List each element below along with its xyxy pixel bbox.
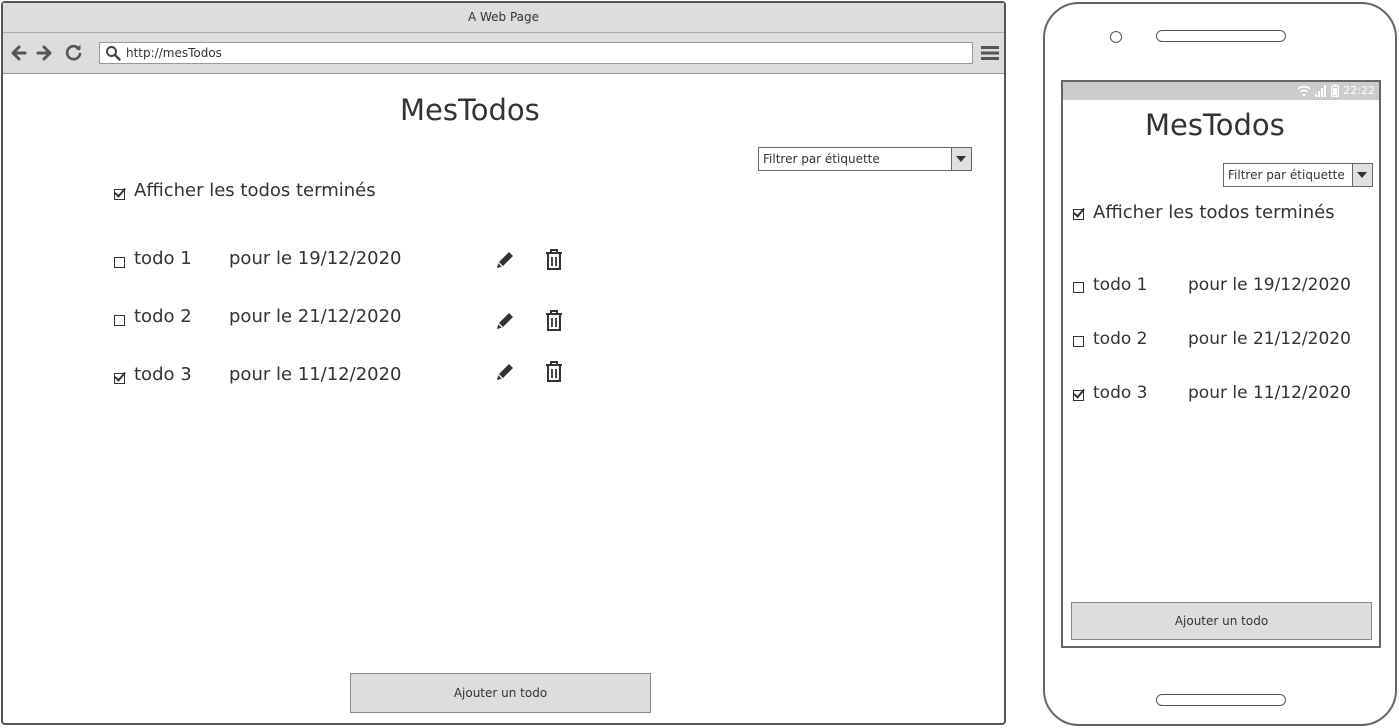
trash-icon[interactable]	[544, 360, 564, 384]
todo-due-date: pour le 11/12/2020	[229, 364, 402, 385]
trash-icon[interactable]	[544, 309, 564, 333]
todo-name: todo 2	[1093, 329, 1148, 349]
reload-icon[interactable]	[64, 43, 84, 63]
filter-select-value: Filtrer par étiquette	[1228, 168, 1345, 182]
label-filter-select[interactable]: Filtrer par étiquette	[1223, 163, 1373, 187]
add-todo-button[interactable]: Ajouter un todo	[350, 673, 651, 713]
show-done-label: Afficher les todos terminés	[1093, 202, 1335, 223]
todo-checkbox[interactable]	[1073, 282, 1084, 293]
todo-row: todo 1 pour le 19/12/2020	[1073, 275, 1363, 306]
url-text: http://mesTodos	[126, 46, 222, 60]
phone-screen: 22:22 MesTodos Filtrer par étiquette Aff…	[1061, 80, 1381, 648]
todo-name: todo 2	[134, 306, 192, 327]
menu-icon[interactable]	[981, 45, 999, 61]
todo-due-date: pour le 11/12/2020	[1188, 383, 1351, 403]
status-time: 22:22	[1343, 84, 1375, 97]
todo-checkbox[interactable]	[1073, 336, 1084, 347]
show-done-checkbox[interactable]	[114, 189, 125, 200]
todo-checkbox[interactable]	[114, 315, 125, 326]
todo-name: todo 1	[1093, 275, 1148, 295]
trash-icon[interactable]	[544, 248, 564, 272]
filter-select-value: Filtrer par étiquette	[763, 152, 880, 166]
camera-icon	[1110, 31, 1122, 43]
todo-checkbox[interactable]	[114, 373, 125, 384]
battery-icon	[1331, 84, 1339, 97]
todo-row: todo 2 pour le 21/12/2020	[1073, 329, 1363, 360]
todo-due-date: pour le 19/12/2020	[1188, 275, 1351, 295]
todo-checkbox[interactable]	[114, 257, 125, 268]
wifi-icon	[1297, 85, 1311, 97]
todo-row: todo 3 pour le 11/12/2020	[114, 361, 574, 395]
back-arrow-icon[interactable]	[9, 43, 29, 63]
label-filter-select[interactable]: Filtrer par étiquette	[758, 147, 972, 171]
add-todo-button[interactable]: Ajouter un todo	[1071, 602, 1372, 640]
signal-icon	[1315, 85, 1326, 97]
browser-toolbar: http://mesTodos	[3, 33, 1004, 74]
page-title: MesTodos	[1145, 108, 1285, 142]
show-done-checkbox[interactable]	[1073, 209, 1084, 220]
status-bar: 22:22	[1063, 82, 1379, 100]
todo-checkbox[interactable]	[1073, 390, 1084, 401]
url-bar[interactable]: http://mesTodos	[99, 42, 973, 64]
search-icon	[106, 46, 121, 61]
page-title: MesTodos	[400, 93, 540, 127]
todo-due-date: pour le 19/12/2020	[229, 248, 402, 269]
home-button[interactable]	[1156, 694, 1286, 706]
chevron-down-icon[interactable]	[1352, 164, 1372, 186]
todo-name: todo 3	[134, 364, 192, 385]
todo-row: todo 1 pour le 19/12/2020	[114, 248, 574, 279]
forward-arrow-icon[interactable]	[34, 43, 54, 63]
todo-row: todo 2 pour le 21/12/2020	[114, 306, 574, 337]
todo-name: todo 1	[134, 248, 192, 269]
pencil-icon[interactable]	[494, 310, 516, 332]
speaker-slot	[1156, 30, 1286, 42]
show-done-label: Afficher les todos terminés	[134, 180, 376, 201]
window-title: A Web Page	[3, 3, 1004, 33]
chevron-down-icon[interactable]	[951, 148, 971, 170]
todo-due-date: pour le 21/12/2020	[1188, 329, 1351, 349]
browser-window: A Web Page http://mesTodos MesTodos Filt	[1, 1, 1006, 725]
pencil-icon[interactable]	[494, 361, 516, 383]
todo-name: todo 3	[1093, 383, 1148, 403]
pencil-icon[interactable]	[494, 249, 516, 271]
todo-due-date: pour le 21/12/2020	[229, 306, 402, 327]
todo-row: todo 3 pour le 11/12/2020	[1073, 383, 1363, 414]
